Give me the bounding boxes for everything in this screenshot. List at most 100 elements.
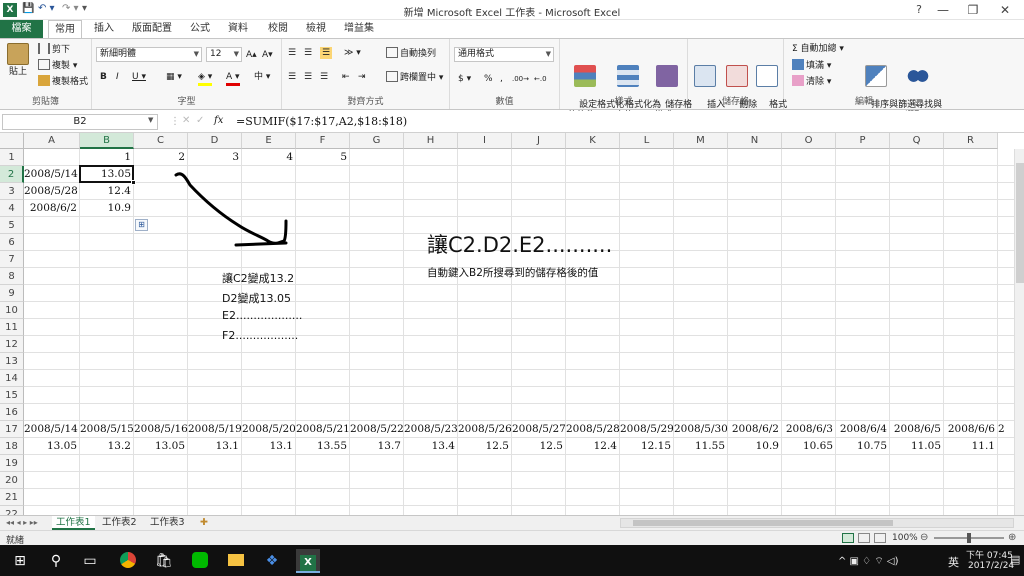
align-bottom-icon[interactable]: ☰ xyxy=(320,47,333,59)
window-title: 新增 Microsoft Excel 工作表 - Microsoft Excel xyxy=(403,8,621,19)
zoom-slider-thumb[interactable] xyxy=(967,533,971,543)
name-box-dropdown-icon[interactable]: ▼ xyxy=(148,116,153,124)
tab-view[interactable]: 檢視 xyxy=(300,20,332,38)
sheet-tab-3[interactable]: 工作表3 xyxy=(146,516,189,530)
freehand-arrow-drawing xyxy=(174,172,288,247)
font-group: 新細明體 ▼ 12 ▼ A▴ A▾ B I U ▾ ▦ ▾ ◈ ▾ A ▾ 中 ▾ … xyxy=(92,39,282,109)
fill-color-button[interactable]: ◈ ▾ xyxy=(198,71,213,86)
align-right-icon[interactable]: ☰ xyxy=(320,71,328,83)
tab-review[interactable]: 校閱 xyxy=(262,20,294,38)
vertical-scroll-thumb[interactable] xyxy=(1016,163,1024,283)
align-center-icon[interactable]: ☰ xyxy=(304,71,312,83)
decrease-indent-icon[interactable]: ⇤ xyxy=(342,71,350,83)
format-painter-label: 複製格式 xyxy=(52,77,89,87)
dropbox-icon[interactable]: ❖ xyxy=(260,549,284,573)
align-left-icon[interactable]: ☰ xyxy=(288,71,296,83)
tab-file[interactable]: 檔案 xyxy=(0,20,43,38)
underline-button[interactable]: U ▾ xyxy=(132,71,146,83)
currency-button[interactable]: $ ▾ xyxy=(458,73,471,85)
normal-view-icon[interactable] xyxy=(842,533,854,543)
horizontal-scroll-thumb[interactable] xyxy=(633,520,893,526)
zoom-level[interactable]: 100% xyxy=(892,533,918,543)
bold-button[interactable]: B xyxy=(100,71,107,83)
ime-indicator[interactable]: 英 xyxy=(948,554,959,570)
styles-group: 設定格式化 的條件 ▾ 格式化為 表格 ▾ 儲存格 樣式 ▾ 樣式 xyxy=(560,39,692,121)
tab-formulas[interactable]: 公式 xyxy=(184,20,216,38)
tab-addins[interactable]: 增益集 xyxy=(338,20,380,38)
increase-decimal-button[interactable]: .00→ xyxy=(512,73,529,85)
zoom-slider[interactable] xyxy=(934,533,1004,543)
sheet-nav-buttons[interactable]: ◂◂ ◂ ▸ ▸▸ xyxy=(2,516,42,530)
tab-page-layout[interactable]: 版面配置 xyxy=(126,20,178,38)
page-break-view-icon[interactable] xyxy=(874,533,886,543)
zoom-out-icon[interactable]: ⊖ xyxy=(920,532,928,543)
fill-button[interactable]: 填滿 ▾ xyxy=(792,59,831,72)
minimize-button[interactable]: — xyxy=(928,0,958,20)
grow-font-button[interactable]: A▴ xyxy=(246,49,257,61)
copy-button[interactable]: 複製 ▾ xyxy=(38,59,77,72)
merge-icon xyxy=(386,71,398,82)
task-view-icon[interactable]: ▭ xyxy=(78,549,102,573)
vertical-scrollbar[interactable] xyxy=(1014,149,1024,515)
zoom-in-icon[interactable]: ⊕ xyxy=(1008,532,1016,543)
copy-icon xyxy=(38,59,50,70)
tab-insert[interactable]: 插入 xyxy=(88,20,120,38)
tab-home[interactable]: 常用 xyxy=(48,20,82,39)
font-size-select[interactable]: 12 ▼ xyxy=(206,47,242,62)
italic-button[interactable]: I xyxy=(116,71,119,83)
line-app-icon[interactable] xyxy=(188,549,212,573)
notifications-icon[interactable]: ▤ xyxy=(1010,553,1020,566)
cut-button[interactable]: 剪下 xyxy=(38,43,70,56)
font-color-button[interactable]: A ▾ xyxy=(226,71,240,86)
close-button[interactable]: ✕ xyxy=(990,0,1020,20)
search-icon[interactable]: ⚲ xyxy=(44,549,68,573)
sheet-tab-1[interactable]: 工作表1 xyxy=(52,516,95,530)
insert-function-button[interactable]: fx xyxy=(214,115,223,126)
sheet-tab-2[interactable]: 工作表2 xyxy=(98,516,141,530)
merge-center-button[interactable]: 跨欄置中 ▾ xyxy=(386,71,443,84)
excel-taskbar-icon[interactable]: X xyxy=(296,549,320,573)
shrink-font-button[interactable]: A▾ xyxy=(262,49,273,61)
number-format-select[interactable]: 通用格式 ▼ xyxy=(454,47,554,62)
cell-styles-icon xyxy=(656,65,678,87)
format-painter-button[interactable]: 複製格式 xyxy=(38,75,88,88)
phonetic-button[interactable]: 中 ▾ xyxy=(254,71,270,83)
border-button[interactable]: ▦ ▾ xyxy=(166,71,182,83)
font-group-label: 字型 xyxy=(177,97,196,107)
formula-input[interactable]: =SUMIF($17:$17,A2,$18:$18) xyxy=(236,114,1020,130)
new-sheet-icon[interactable]: ✚ xyxy=(196,516,212,530)
align-middle-icon[interactable]: ☰ xyxy=(304,47,312,59)
chevron-down-icon: ▼ xyxy=(233,50,239,58)
name-box[interactable]: B2 xyxy=(2,114,158,130)
formula-bar: B2 ▼ ⋮ ✕ ✓ fx =SUMIF($17:$17,A2,$18:$18) xyxy=(0,111,1024,133)
restore-button[interactable]: ❐ xyxy=(958,0,988,20)
system-tray-icons[interactable]: ^ ▣ ♢ ⌔ ◁) xyxy=(838,555,899,568)
autofill-options-icon[interactable]: ⊞ xyxy=(135,219,148,231)
orientation-button[interactable]: ≫ ▾ xyxy=(344,47,361,59)
styles-group-label: 樣式 xyxy=(614,97,633,107)
autosum-button[interactable]: Σ 自動加總 ▾ xyxy=(792,43,844,55)
enter-icon[interactable]: ✓ xyxy=(196,115,204,126)
font-name-select[interactable]: 新細明體 ▼ xyxy=(96,47,202,62)
store-icon[interactable]: 🛍 xyxy=(152,549,176,573)
clock-date[interactable]: 2017/2/24 xyxy=(968,561,1014,571)
file-explorer-icon[interactable] xyxy=(224,549,248,573)
increase-indent-icon[interactable]: ⇥ xyxy=(358,71,366,83)
chrome-icon[interactable] xyxy=(116,549,140,573)
clock-time[interactable]: 下午 07:45 xyxy=(966,548,1013,561)
wrap-text-button[interactable]: 自動換列 xyxy=(386,47,436,60)
decrease-decimal-button[interactable]: ←.0 xyxy=(534,73,547,85)
comma-button[interactable]: , xyxy=(500,73,503,85)
align-top-icon[interactable]: ☰ xyxy=(288,47,296,59)
clear-button[interactable]: 清除 ▾ xyxy=(792,75,831,88)
spreadsheet-grid[interactable]: ABCDEFGHIJKLMNOPQR 1 2 3 4 5 6 7 8 9 10 11 12 13 14 15… xyxy=(0,133,1024,515)
windows-start-icon[interactable]: ⊞ xyxy=(8,549,32,573)
windows-taskbar: ⊞ ⚲ ▭ 🛍 ❖ X ^ ▣ ♢ ⌔ ◁) 英 下午 07:45 2017/2… xyxy=(0,545,1024,576)
tab-data[interactable]: 資料 xyxy=(222,20,254,38)
paste-button[interactable]: 貼上 xyxy=(4,43,32,78)
cancel-icon[interactable]: ✕ xyxy=(182,115,190,126)
percent-button[interactable]: % xyxy=(484,73,493,85)
page-layout-view-icon[interactable] xyxy=(858,533,870,543)
horizontal-scrollbar[interactable] xyxy=(620,518,1014,528)
alignment-group: ☰ ☰ ☰ ≫ ▾ 自動換列 ☰ ☰ ☰ ⇤ ⇥ 跨欄置中 ▾ 對齊方式 xyxy=(282,39,450,109)
